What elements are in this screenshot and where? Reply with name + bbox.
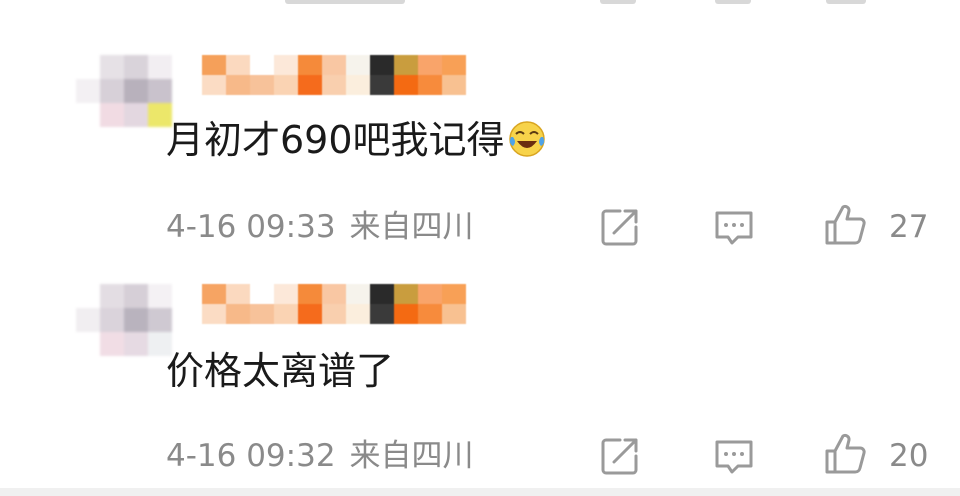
thumbs-up-icon[interactable] xyxy=(823,203,867,247)
comment-item: 月初才690吧我记得 4-16 09:33 来自四川 27 xyxy=(0,55,960,255)
location-label: 来自四川 xyxy=(349,209,474,245)
laugh-cry-emoji-icon xyxy=(508,121,545,157)
timestamp: 4-16 09:32 xyxy=(166,438,336,474)
comment-meta: 4-16 09:33 来自四川 xyxy=(166,207,474,247)
previous-edge-fragment xyxy=(285,0,405,4)
avatar[interactable] xyxy=(76,55,172,127)
previous-edge-fragment xyxy=(826,0,866,4)
comment-text: 月初才690吧我记得 xyxy=(166,117,547,163)
like-count: 20 xyxy=(889,438,929,474)
reply-icon[interactable] xyxy=(712,434,756,478)
timestamp: 4-16 09:33 xyxy=(166,209,336,245)
comment-text: 价格太离谱了 xyxy=(166,349,395,393)
comment-text-content: 月初才690吧我记得 xyxy=(166,118,505,162)
previous-edge-fragment xyxy=(600,0,636,4)
like-count: 27 xyxy=(889,209,929,245)
comment-meta: 4-16 09:32 来自四川 xyxy=(166,436,474,476)
thumbs-up-icon[interactable] xyxy=(823,432,867,476)
username-redacted[interactable] xyxy=(178,284,466,324)
previous-edge-fragment xyxy=(715,0,751,4)
reply-icon[interactable] xyxy=(712,205,756,249)
share-icon[interactable] xyxy=(598,434,642,478)
avatar[interactable] xyxy=(76,284,172,356)
username-redacted[interactable] xyxy=(178,55,466,95)
bottom-divider xyxy=(0,488,960,496)
previous-comment-actions-edge xyxy=(0,0,960,8)
comment-item: 价格太离谱了 4-16 09:32 来自四川 20 xyxy=(0,284,960,484)
location-label: 来自四川 xyxy=(349,438,474,474)
share-icon[interactable] xyxy=(598,205,642,249)
